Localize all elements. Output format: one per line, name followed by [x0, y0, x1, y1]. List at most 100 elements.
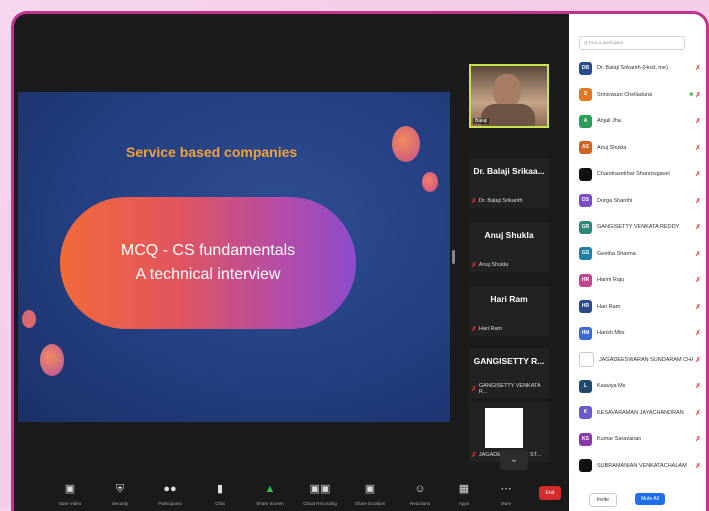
participant-name: Durga Shanthi	[597, 197, 633, 204]
chevron-down-icon[interactable]: ⌄	[500, 450, 528, 470]
participant-name: Kaaviya Ms	[597, 383, 626, 389]
search-input[interactable]: Q Find a participant	[579, 36, 685, 50]
participant-row[interactable]: HR Harini Raju ✗	[579, 270, 701, 290]
resize-handle[interactable]	[452, 250, 455, 264]
mic-muted-icon[interactable]: ✗	[693, 144, 701, 152]
mic-muted-icon[interactable]: ✗	[693, 117, 701, 125]
toolbar-label: Participants	[158, 501, 182, 506]
mic-muted-icon[interactable]: ✗	[693, 197, 701, 205]
reactions-button[interactable]: ☺ Reactions	[400, 482, 440, 506]
avatar: DB	[579, 61, 592, 75]
participant-row[interactable]: L Kaaviya Ms ✗	[579, 376, 701, 396]
mic-muted-icon: ✗	[471, 326, 477, 333]
participant-row[interactable]: AS Anuj Shukla ✗	[579, 138, 701, 158]
participant-tile[interactable]: Anuj Shukla ✗ Anuj Shukla	[469, 222, 549, 272]
decorative-bubble	[40, 344, 64, 376]
decorative-bubble	[392, 126, 420, 162]
reactions-icon: ☺	[414, 483, 426, 495]
toolbar-label: Chat	[215, 501, 225, 506]
participant-name: Harish Mits	[597, 330, 625, 336]
avatar: HR	[579, 273, 592, 287]
mic-muted-icon[interactable]: ✗	[693, 64, 701, 72]
toolbar-label: Start Video	[58, 501, 82, 506]
participant-row[interactable]: GS Geetha Sharma ✗	[579, 244, 701, 264]
mic-muted-icon[interactable]: ✗	[693, 435, 701, 443]
toolbar-label: More	[500, 501, 512, 506]
tile-sub: ✗ Dr. Balaji Srikanth	[471, 197, 523, 205]
mic-muted-icon[interactable]: ✗	[693, 462, 701, 470]
participant-tile[interactable]: Dr. Balaji Srikaa... ✗ Dr. Balaji Srikant…	[469, 158, 549, 208]
participant-row[interactable]: Chandrasekhar Shanmugavel ✗	[579, 164, 701, 184]
mic-muted-icon[interactable]: ✗	[693, 91, 701, 99]
avatar-blank	[485, 408, 523, 448]
participant-name: Anuj Shukla	[597, 144, 627, 151]
mic-muted-icon: ✗	[471, 386, 477, 393]
apps-icon: ▦	[458, 483, 470, 495]
participant-tile[interactable]: GANGISETTY R... ✗ GANGISETTY VENKATA R...	[469, 348, 549, 398]
participant-name: Srinivasan Chelladurai	[597, 91, 653, 98]
chat-button[interactable]: ▮ Chat	[200, 482, 240, 506]
avatar: K	[579, 406, 592, 419]
more-icon: ⋯	[500, 483, 512, 495]
end-meeting-button[interactable]: End	[539, 486, 561, 500]
decorative-bubble	[22, 310, 36, 328]
mic-muted-icon[interactable]: ✗	[693, 223, 701, 231]
invite-button[interactable]: Invite	[589, 493, 617, 507]
mic-muted-icon[interactable]: ✗	[693, 329, 701, 337]
more-button[interactable]: ⋯ More	[486, 482, 526, 506]
share-screen-button[interactable]: ▲ Share Screen	[250, 482, 290, 506]
person-head	[493, 74, 521, 108]
mic-muted-icon[interactable]: ✗	[693, 303, 701, 311]
avatar: S	[579, 88, 592, 101]
shared-slide: Service based companies MCQ - CS fundame…	[18, 92, 450, 422]
participant-tile[interactable]: Hari Ram ✗ Hari Ram	[469, 286, 549, 336]
avatar: L	[579, 379, 592, 393]
tile-sub: ✗ GANGISETTY VENKATA R...	[471, 383, 549, 395]
participant-row[interactable]: SUBRAMANIAN VENKATACHALAM ✗	[579, 456, 701, 476]
participant-row[interactable]: GR GANGISETTY VENKATA REDDY ✗	[579, 217, 701, 237]
mic-muted-icon[interactable]: ✗	[693, 356, 701, 364]
start-video-button[interactable]: ▣ Start Video	[50, 482, 90, 506]
apps-button[interactable]: ▦ Apps	[444, 482, 484, 506]
participants-icon: ●●	[163, 483, 177, 495]
participant-row[interactable]: KS Kumar Saravanan ✗	[579, 429, 701, 449]
participant-name: Harini Raju	[597, 277, 625, 283]
mic-muted-icon[interactable]: ✗	[693, 250, 701, 258]
mute-all-button[interactable]: Mute All	[635, 493, 665, 505]
mic-muted-icon[interactable]: ✗	[693, 409, 701, 417]
zoom-window: Service based companies MCQ - CS fundame…	[11, 11, 709, 511]
cloud-recording-button[interactable]: ▣▣ Cloud Recording	[300, 482, 340, 506]
decorative-bubble	[422, 172, 438, 192]
mic-muted-icon[interactable]: ✗	[693, 382, 701, 390]
chat-icon: ▮	[216, 483, 224, 495]
participant-row[interactable]: HM Harish Mits ✗	[579, 323, 701, 343]
participant-row[interactable]: HR Hari Ram ✗	[579, 297, 701, 317]
participants-button[interactable]: ●● Participants	[150, 482, 190, 506]
avatar: AS	[579, 141, 592, 154]
avatar	[579, 352, 594, 367]
participant-row[interactable]: K KESAVARAMAN JAYACHANDRAN ✗	[579, 403, 701, 423]
avatar: DS	[579, 194, 592, 207]
mic-muted-icon[interactable]: ✗	[693, 170, 701, 178]
participant-name: Kumar Saravanan	[597, 436, 642, 442]
participant-row[interactable]: JAGADEESWARAN SUNDARAM CHARIAR✗	[579, 350, 701, 370]
participant-row[interactable]: DB Dr. Balaji Srikanth (Host, me) ✗	[579, 58, 701, 78]
avatar: HR	[579, 300, 592, 313]
mic-muted-icon[interactable]: ✗	[693, 276, 701, 284]
security-button[interactable]: ⛨ Security	[100, 482, 140, 506]
avatar: A	[579, 114, 592, 128]
participant-row[interactable]: A Anjali Jha ✗	[579, 111, 701, 131]
share-duration-button[interactable]: ▣ Share Duration	[350, 482, 390, 506]
avatar	[579, 167, 592, 181]
mic-muted-icon: ✗	[471, 262, 477, 269]
meeting-toolbar: ▣ Start Video ⛨ Security ●● Participants…	[14, 476, 569, 511]
avatar: KS	[579, 432, 592, 446]
participant-row[interactable]: S Srinivasan Chelladurai ■ ✗	[579, 85, 701, 105]
tile-name: Hari Ram	[490, 294, 528, 304]
participant-row[interactable]: DS Durga Shanthi ✗	[579, 191, 701, 211]
mic-muted-icon: ✗	[471, 198, 477, 205]
participants-panel: Q Find a participant DB Dr. Balaji Srikan…	[569, 14, 706, 511]
video-off-icon: ▣	[64, 483, 76, 495]
tile-sub-label: GANGISETTY VENKATA R...	[478, 383, 541, 395]
video-tile[interactable]: Balaji	[469, 64, 549, 128]
